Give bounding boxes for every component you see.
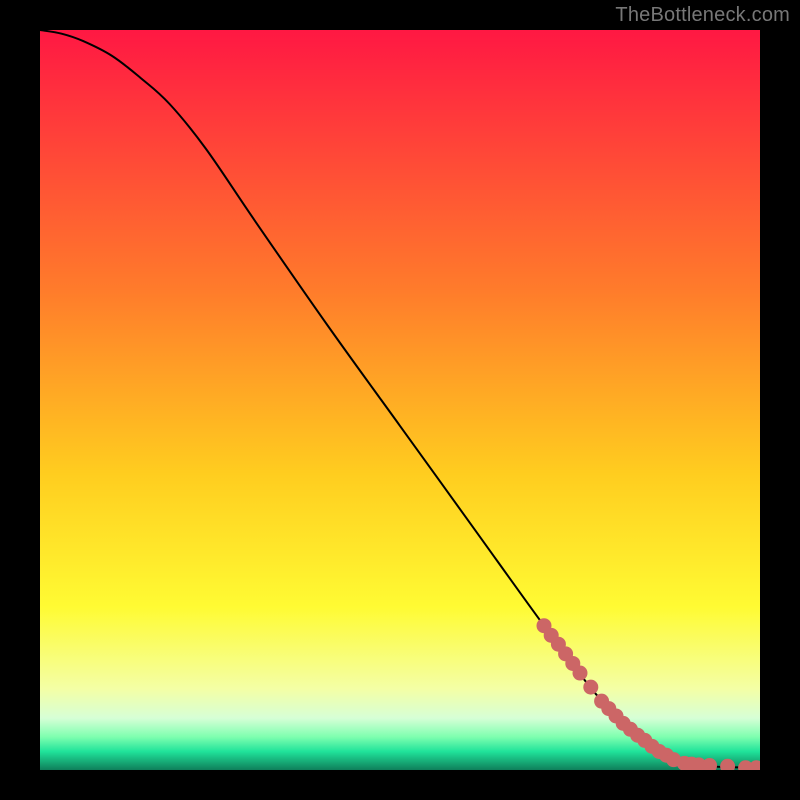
chart-stage: TheBottleneck.com bbox=[0, 0, 800, 800]
chart-svg bbox=[40, 30, 760, 770]
gradient-background bbox=[40, 30, 760, 770]
marker-point bbox=[573, 666, 588, 681]
watermark-label: TheBottleneck.com bbox=[615, 4, 790, 27]
marker-point bbox=[583, 680, 598, 695]
plot-area bbox=[40, 30, 760, 770]
